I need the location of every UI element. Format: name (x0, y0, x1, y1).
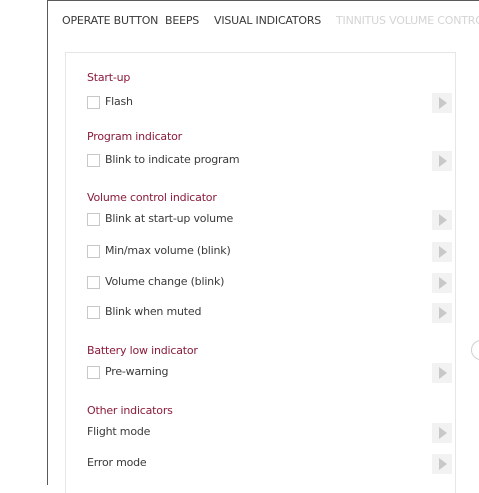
section-title-other-indicators: Other indicators (87, 404, 173, 417)
tab-visual-indicators[interactable]: VISUAL INDICATORS (214, 1, 321, 35)
flight-mode-play-button[interactable] (432, 423, 452, 443)
minmax-volume-label: Min/max volume (blink) (105, 244, 231, 257)
blink-program-label: Blink to indicate program (105, 153, 240, 166)
blink-muted-checkbox[interactable] (87, 306, 100, 319)
flash-play-button[interactable] (432, 93, 452, 113)
blink-program-play-button[interactable] (432, 151, 452, 171)
flight-mode-label: Flight mode (87, 425, 151, 438)
blink-startup-volume-label: Blink at start-up volume (105, 212, 234, 225)
blink-startup-volume-checkbox[interactable] (87, 213, 100, 226)
setting-row-flight-mode: Flight mode (87, 423, 452, 443)
tab-tinnitus-volume-control: TINNITUS VOLUME CONTROL (336, 14, 479, 27)
setting-row-blink-muted: Blink when muted (87, 303, 452, 323)
section-title-battery-low-indicator: Battery low indicator (87, 344, 198, 357)
pre-warning-checkbox[interactable] (87, 366, 100, 379)
setting-row-flash: Flash (87, 93, 452, 113)
setting-row-pre-warning: Pre-warning (87, 363, 452, 383)
blink-muted-label: Blink when muted (105, 305, 202, 318)
volume-change-play-button[interactable] (432, 273, 452, 293)
section-title-startup: Start-up (87, 71, 131, 84)
setting-row-blink-startup-volume: Blink at start-up volume (87, 210, 452, 230)
error-mode-play-button[interactable] (432, 454, 452, 474)
tab-bar: OPERATE BUTTON BEEPS VISUAL INDICATORS T… (48, 1, 479, 35)
settings-window: OPERATE BUTTON BEEPS VISUAL INDICATORS T… (47, 0, 479, 493)
pre-warning-play-button[interactable] (432, 363, 452, 383)
setting-row-volume-change: Volume change (blink) (87, 273, 452, 293)
play-icon (439, 427, 447, 439)
play-icon (439, 367, 447, 379)
blink-muted-play-button[interactable] (432, 303, 452, 323)
play-icon (439, 214, 447, 226)
play-icon (439, 246, 447, 258)
pre-warning-label: Pre-warning (105, 365, 169, 378)
play-icon (439, 458, 447, 470)
minmax-volume-checkbox[interactable] (87, 245, 100, 258)
section-title-volume-control-indicator: Volume control indicator (87, 191, 217, 204)
play-icon (439, 155, 447, 167)
play-icon (439, 277, 447, 289)
volume-change-checkbox[interactable] (87, 276, 100, 289)
play-icon (439, 97, 447, 109)
tab-beeps[interactable]: BEEPS (165, 1, 199, 35)
volume-change-label: Volume change (blink) (105, 275, 225, 288)
tab-operate-button[interactable]: OPERATE BUTTON (62, 1, 158, 35)
minmax-volume-play-button[interactable] (432, 242, 452, 262)
setting-row-minmax-volume: Min/max volume (blink) (87, 242, 452, 262)
visual-indicators-panel: Start-up Flash Program indicator Blink t… (65, 52, 456, 493)
error-mode-label: Error mode (87, 456, 147, 469)
blink-startup-volume-play-button[interactable] (432, 210, 452, 230)
setting-row-error-mode: Error mode (87, 454, 452, 474)
setting-row-blink-program: Blink to indicate program (87, 151, 452, 171)
blink-program-checkbox[interactable] (87, 154, 100, 167)
flash-label: Flash (105, 95, 133, 108)
play-icon (439, 307, 447, 319)
flash-checkbox[interactable] (87, 96, 100, 109)
section-title-program-indicator: Program indicator (87, 130, 182, 143)
